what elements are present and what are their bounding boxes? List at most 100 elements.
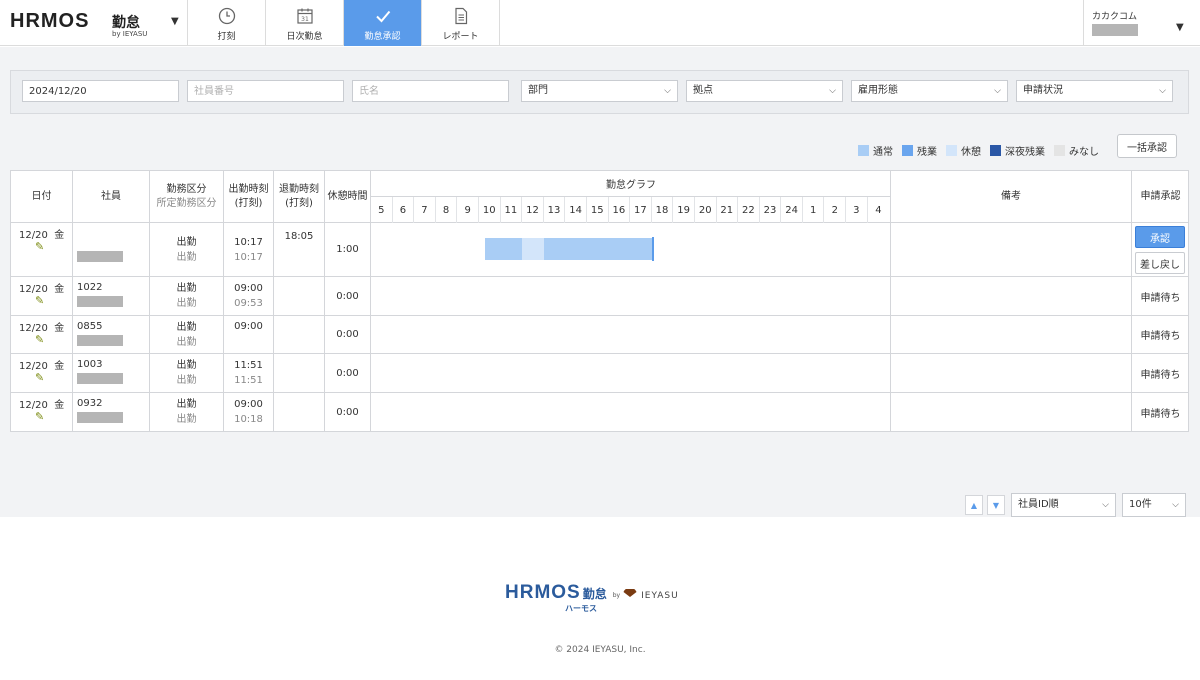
- graph-bar-regular: [544, 238, 653, 260]
- name-input[interactable]: [352, 80, 509, 102]
- sort-order-value: 社員ID順: [1018, 499, 1059, 510]
- per-page-select[interactable]: 10件 ⌵: [1122, 493, 1186, 517]
- employee-name-redacted: [77, 412, 123, 423]
- nav-report[interactable]: レポート: [422, 0, 500, 46]
- cell-graph: [371, 393, 891, 431]
- main-nav: 打刻 31 日次勤怠 勤怠承認 レポート: [188, 0, 500, 46]
- edit-pencil-icon[interactable]: ✎: [35, 294, 44, 307]
- work-type-stack: 出勤 出勤: [150, 223, 223, 276]
- application-status-select[interactable]: 申請状況 ⌵: [1016, 80, 1173, 102]
- hour-label: 14: [565, 197, 587, 223]
- cell-date: 12/20 金 ✎: [11, 316, 73, 353]
- cell-clock-in: 09:00 09:53: [224, 277, 274, 315]
- legend-item-break: 休憩: [946, 143, 981, 158]
- cell-remarks: [891, 277, 1132, 315]
- employee-number-input[interactable]: [187, 80, 344, 102]
- header-graph: 勤怠グラフ 5 6 7 8 9 10 11 12 13 14 15 16 17 18 19 20 21 22 23 2…: [371, 171, 891, 223]
- cell-approval: 申請待ち: [1132, 316, 1189, 353]
- scheduled-type: 出勤: [176, 298, 197, 309]
- cell-graph: [371, 316, 891, 353]
- app-logo[interactable]: HRMOS 勤怠 by IEYASU ▼: [0, 0, 188, 46]
- weekday-value: 金: [54, 400, 65, 411]
- hour-label: 9: [457, 197, 479, 223]
- footer-logo-kana: ハーモス: [565, 604, 597, 613]
- department-select[interactable]: 部門 ⌵: [521, 80, 678, 102]
- employee-id: 0855: [77, 321, 103, 332]
- cell-break-time: 0:00: [325, 316, 371, 353]
- break-time: 0:00: [336, 406, 359, 418]
- app-switcher-caret-icon[interactable]: ▼: [171, 16, 179, 27]
- employment-type-select[interactable]: 雇用形態 ⌵: [851, 80, 1008, 102]
- filter-panel: 部門 ⌵ 拠点 ⌵ 雇用形態 ⌵ 申請状況 ⌵: [10, 70, 1189, 114]
- cell-employee: 1003: [73, 354, 150, 392]
- hour-label: 21: [717, 197, 739, 223]
- legend-label: みなし: [1069, 147, 1099, 158]
- hour-label: 4: [875, 204, 882, 216]
- clock-in-time: 09:00: [234, 399, 263, 410]
- hour-label: 8: [436, 197, 458, 223]
- chevron-down-icon: ⌵: [1172, 500, 1179, 510]
- edit-pencil-icon[interactable]: ✎: [35, 371, 44, 384]
- cell-remarks: [891, 393, 1132, 431]
- document-icon: [450, 5, 472, 27]
- header-date: 日付: [11, 171, 73, 223]
- clock-out-time: 18:05: [284, 231, 314, 242]
- location-select[interactable]: 拠点 ⌵: [686, 80, 843, 102]
- sort-descending-button[interactable]: ▼: [987, 495, 1005, 515]
- cell-clock-in: 09:00 10:18: [224, 393, 274, 431]
- nav-daily-attendance[interactable]: 31 日次勤怠: [266, 0, 344, 46]
- header-clock-out-label: 退勤時刻: [279, 184, 319, 195]
- cell-work-type: 出勤 出勤: [150, 393, 224, 431]
- cell-graph: [371, 354, 891, 392]
- send-back-button[interactable]: 差し戻し: [1135, 252, 1185, 274]
- hour-label: 17: [630, 197, 652, 223]
- table-header: 日付 社員 勤務区分 所定勤務区分 出勤時刻 (打刻) 退勤時刻 (打刻) 休憩…: [11, 171, 1188, 223]
- chevron-down-icon: ⌵: [1102, 500, 1109, 510]
- weekday-value: 金: [54, 323, 65, 334]
- table-row: 12/20 金 ✎ 1022 出勤 出勤 09:00 09:53 0:00 申請…: [11, 277, 1188, 316]
- cell-remarks: [891, 316, 1132, 353]
- weekday-value: 金: [54, 361, 65, 372]
- edit-pencil-icon[interactable]: ✎: [35, 333, 44, 346]
- clock-in-stamp: 10:17: [234, 251, 263, 263]
- cell-date: 12/20 金 ✎: [11, 393, 73, 431]
- hour-label: 11: [501, 197, 523, 223]
- date-text: 12/20 金: [19, 226, 64, 241]
- date-input[interactable]: [22, 80, 179, 102]
- employee-id: 1022: [77, 282, 103, 293]
- hour-label: 12: [522, 197, 544, 223]
- hour-label: 18: [652, 197, 674, 223]
- bulk-approve-button[interactable]: 一括承認: [1117, 134, 1177, 158]
- cell-employee: 1022: [73, 277, 150, 315]
- legend-swatch: [990, 145, 1001, 156]
- hour-label: 3: [846, 197, 868, 223]
- nav-attendance-approval[interactable]: 勤怠承認: [344, 0, 422, 46]
- header-work-type-label: 勤務区分: [166, 184, 207, 195]
- chevron-down-icon: ⌵: [1159, 86, 1166, 96]
- cell-graph: [371, 223, 891, 276]
- cell-break-time: 0:00: [325, 393, 371, 431]
- footer-logo-kintai: 勤怠: [582, 587, 607, 601]
- clock-in-stamp: 10:18: [234, 414, 263, 425]
- sort-ascending-button[interactable]: ▲: [965, 495, 983, 515]
- hour-label: 24: [781, 197, 803, 223]
- footer-by: by: [612, 592, 621, 599]
- graph-legend: 通常 残業 休憩 深夜残業 みなし: [858, 143, 1108, 158]
- nav-label: 日次勤怠: [286, 31, 323, 42]
- nav-punch[interactable]: 打刻: [188, 0, 266, 46]
- header-approval: 申請承認: [1132, 171, 1189, 223]
- employee-name-redacted: [77, 335, 123, 346]
- copyright: © 2024 IEYASU, Inc.: [554, 645, 646, 655]
- approve-button[interactable]: 承認: [1135, 226, 1185, 248]
- hour-label: 19: [673, 197, 695, 223]
- edit-pencil-icon[interactable]: ✎: [35, 410, 44, 423]
- legend-label: 深夜残業: [1005, 147, 1045, 158]
- cell-break-time: 0:00: [325, 277, 371, 315]
- hour-label: 2: [824, 197, 847, 223]
- user-menu[interactable]: カカクコム ▼: [1083, 0, 1200, 46]
- sort-order-select[interactable]: 社員ID順 ⌵: [1011, 493, 1116, 517]
- attendance-table: 日付 社員 勤務区分 所定勤務区分 出勤時刻 (打刻) 退勤時刻 (打刻) 休憩…: [10, 170, 1189, 432]
- user-menu-caret-icon[interactable]: ▼: [1176, 22, 1184, 33]
- date-text: 12/20 金: [19, 319, 64, 334]
- edit-pencil-icon[interactable]: ✎: [35, 240, 44, 253]
